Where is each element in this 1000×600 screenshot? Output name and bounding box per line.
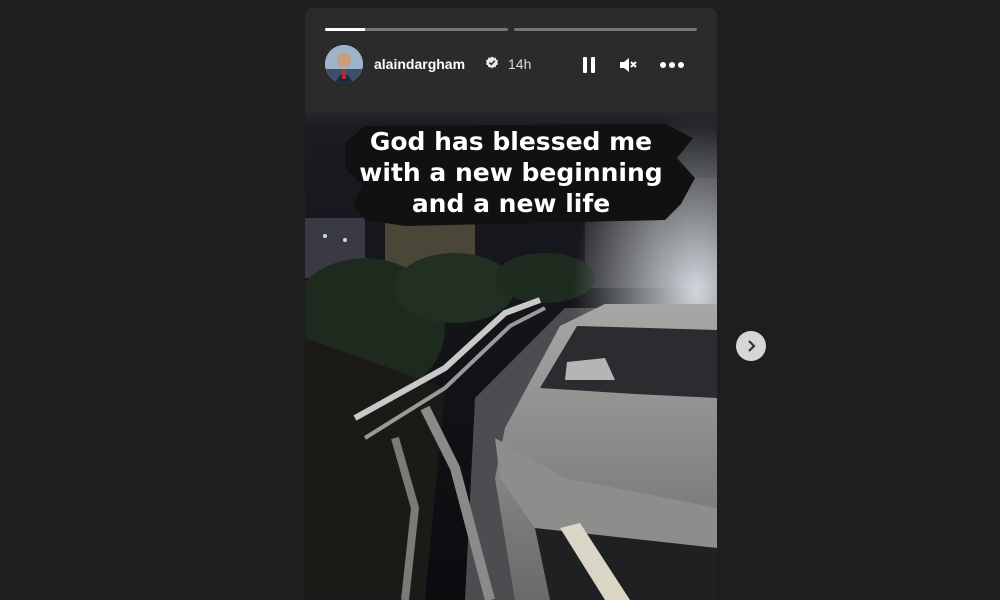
caption-line: with a new beginning: [359, 158, 663, 187]
caption-line: God has blessed me: [369, 127, 653, 156]
caption-highlight: [345, 124, 695, 226]
story-viewer[interactable]: alaindargham 14h God has blessed me with…: [305, 8, 717, 600]
next-story-button[interactable]: [736, 331, 766, 361]
caption-line: and a new life: [411, 189, 611, 218]
chevron-right-icon: [748, 340, 756, 352]
story-caption: God has blessed me with a new beginning …: [305, 126, 717, 219]
